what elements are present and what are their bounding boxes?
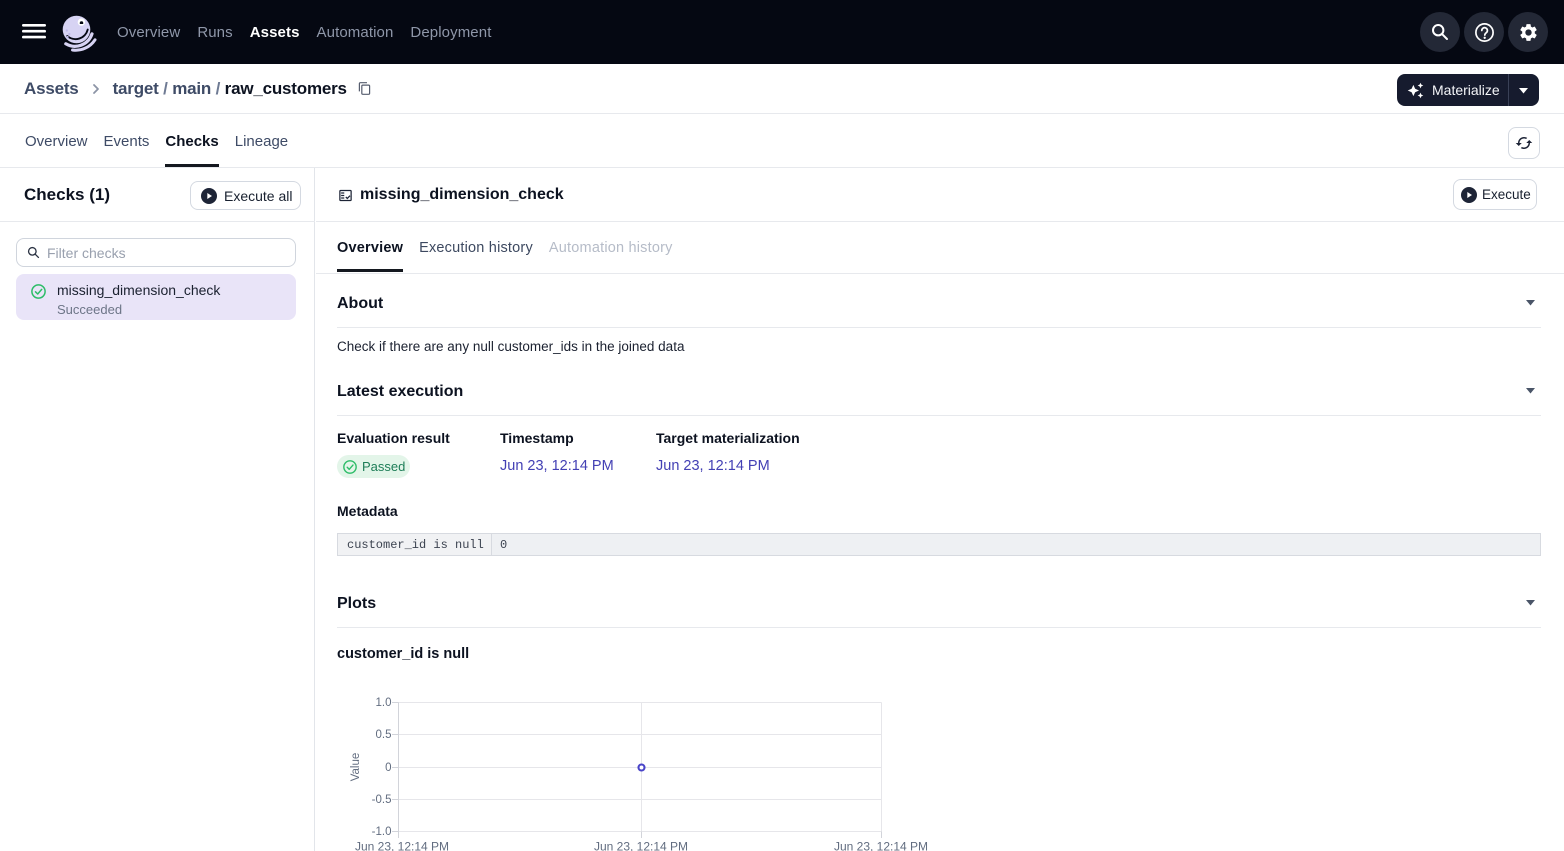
svg-text:-1.0: -1.0	[372, 826, 392, 838]
svg-text:-0.5: -0.5	[372, 794, 392, 806]
svg-text:Jun 23, 12:14 PM: Jun 23, 12:14 PM	[834, 840, 928, 851]
svg-text:1.0: 1.0	[376, 697, 392, 709]
svg-text:0: 0	[385, 762, 391, 774]
svg-text:Value: Value	[350, 753, 362, 782]
svg-text:Jun 23, 12:14 PM: Jun 23, 12:14 PM	[355, 840, 449, 851]
svg-text:0.5: 0.5	[376, 729, 392, 741]
svg-text:Jun 23, 12:14 PM: Jun 23, 12:14 PM	[594, 840, 688, 851]
